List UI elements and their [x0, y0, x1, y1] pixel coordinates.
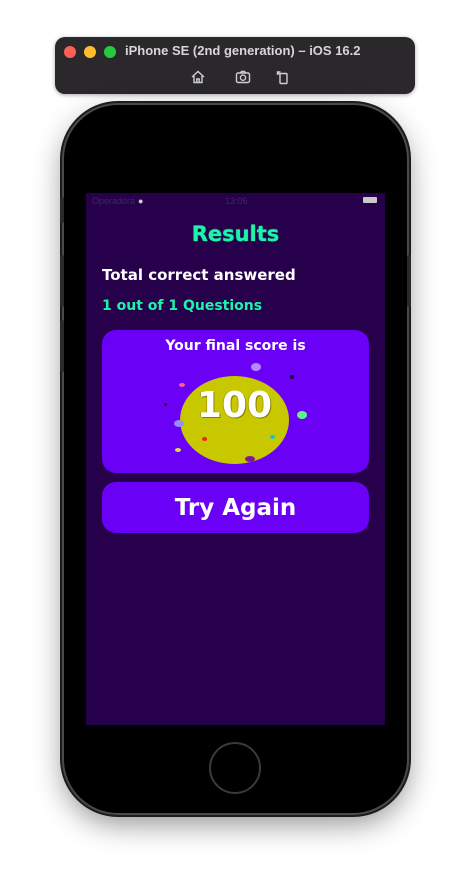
confetti-dot: [164, 403, 167, 406]
questions-count: 1 out of 1 Questions: [102, 298, 263, 314]
final-score-value: 100: [196, 385, 273, 426]
power-button: [407, 255, 411, 307]
home-icon[interactable]: [189, 68, 207, 86]
final-score-card: Your final score is 100: [102, 330, 369, 473]
minimize-window-button[interactable]: [84, 46, 96, 58]
volume-up-button: [60, 255, 64, 307]
results-title: Results: [191, 222, 280, 246]
volume-down-button: [60, 320, 64, 372]
confetti-dot: [175, 448, 181, 452]
try-again-button[interactable]: Try Again: [102, 482, 369, 533]
total-correct-label: Total correct answered: [102, 266, 296, 284]
status-time: 13:06: [225, 196, 248, 206]
confetti-dot: [290, 375, 294, 379]
close-window-button[interactable]: [64, 46, 76, 58]
battery-icon: [363, 197, 377, 203]
simulator-title: iPhone SE (2nd generation) – iOS 16.2: [125, 43, 361, 58]
confetti-dot: [202, 437, 207, 441]
final-score-label: Your final score is: [165, 338, 306, 354]
zoom-window-button[interactable]: [104, 46, 116, 58]
home-button[interactable]: [209, 742, 261, 794]
mute-switch: [60, 197, 64, 223]
screenshot-icon[interactable]: [234, 68, 252, 86]
status-bar: Operadora ● 13:06: [86, 193, 385, 209]
confetti-dot: [179, 383, 185, 387]
confetti-dot: [174, 420, 184, 427]
carrier-label: Operadora ●: [92, 196, 144, 206]
confetti-dot: [245, 456, 255, 462]
simulator-title-bar: iPhone SE (2nd generation) – iOS 16.2: [55, 37, 415, 94]
confetti-dot: [297, 411, 307, 419]
wifi-icon: ●: [138, 196, 144, 206]
confetti-dot: [270, 435, 275, 439]
app-screen: Operadora ● 13:06 Results Total correct a…: [86, 193, 385, 725]
rotate-icon[interactable]: [274, 68, 292, 86]
confetti-dot: [251, 363, 261, 371]
